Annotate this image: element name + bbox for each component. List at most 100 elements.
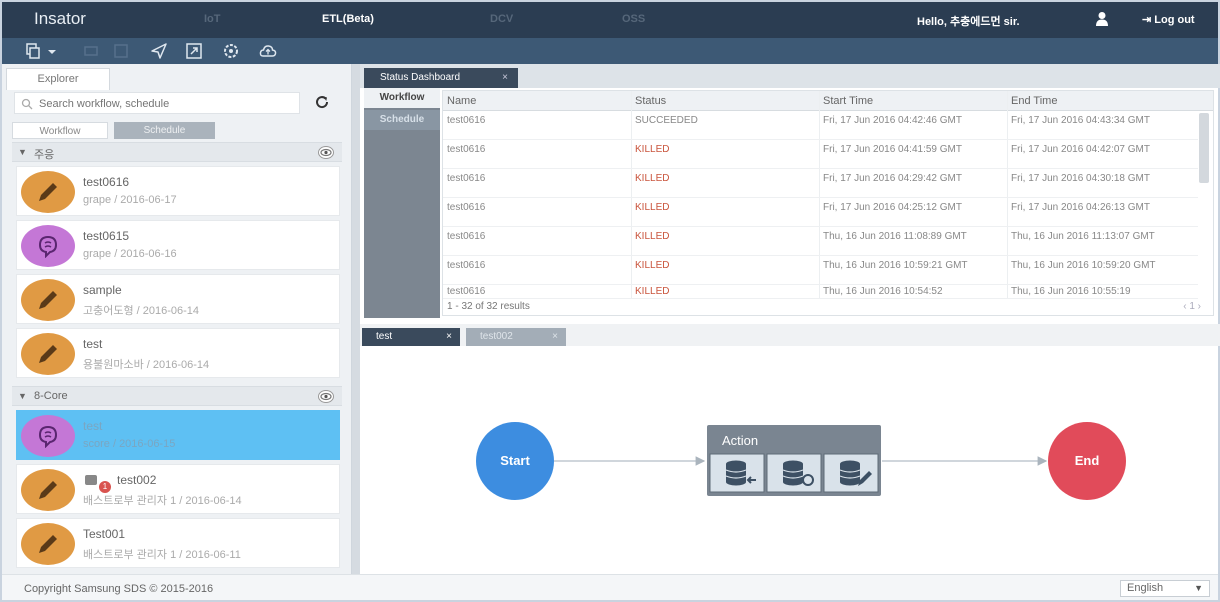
- item-title: Test001: [83, 527, 126, 541]
- list-item[interactable]: Test001 배스트로부 관리자 1 / 2016-06-11: [16, 518, 340, 568]
- editor-tabbar: test × test002 ×: [360, 324, 1220, 346]
- item-subtitle: 고충어도형 / 2016-06-14: [83, 305, 200, 317]
- table-header: Name Status Start Time End Time: [443, 91, 1213, 111]
- close-icon[interactable]: ×: [446, 328, 452, 346]
- table-row[interactable]: test0616 SUCCEEDED Fri, 17 Jun 2016 04:4…: [443, 111, 1198, 140]
- list-item-selected[interactable]: test score / 2016-06-15: [16, 410, 340, 460]
- app-window: Insator IoT ETL(Beta) DCV OSS Hello, 추충에…: [0, 0, 1220, 602]
- dashboard-sidebar: Workflow Schedule: [364, 88, 440, 318]
- logout-button[interactable]: ⇥ Log out: [1142, 13, 1195, 26]
- collapse-arrow-icon[interactable]: ▼: [18, 391, 27, 401]
- cloud-upload-icon[interactable]: [259, 42, 277, 60]
- copyright-text: Copyright Samsung SDS © 2015-2016: [24, 583, 214, 595]
- status-table: Name Status Start Time End Time test0616…: [442, 90, 1214, 316]
- tab-workflow[interactable]: Workflow: [12, 122, 108, 139]
- list-item[interactable]: sample 고충어도형 / 2016-06-14: [16, 274, 340, 324]
- table-row[interactable]: test0616 KILLED Thu, 16 Jun 2016 11:08:8…: [443, 227, 1198, 256]
- close-icon[interactable]: ×: [502, 68, 508, 88]
- tab-schedule[interactable]: Schedule: [114, 122, 215, 139]
- table-row[interactable]: test0616 KILLED Thu, 16 Jun 2016 10:59:2…: [443, 256, 1198, 285]
- search-icon: [21, 98, 33, 110]
- item-subtitle: 용불원마소바 / 2016-06-14: [83, 359, 210, 371]
- logout-icon: ⇥: [1142, 14, 1155, 26]
- list-item[interactable]: test 용불원마소바 / 2016-06-14: [16, 328, 340, 378]
- nav-etl[interactable]: ETL(Beta): [322, 13, 374, 25]
- item-title: test0615: [83, 229, 130, 243]
- item-subtitle: grape / 2016-06-17: [83, 194, 177, 206]
- sidebar-item-schedule[interactable]: Schedule: [364, 110, 440, 130]
- avatar: [21, 279, 75, 321]
- item-subtitle: score / 2016-06-15: [83, 438, 176, 450]
- list-item[interactable]: test0615 grape / 2016-06-16: [16, 220, 340, 270]
- send-icon[interactable]: [150, 42, 168, 60]
- language-select[interactable]: English ▼: [1120, 580, 1210, 597]
- dropdown-caret-icon[interactable]: [46, 42, 58, 60]
- avatar: [21, 171, 75, 213]
- brain-icon: [38, 235, 58, 258]
- tab-test002[interactable]: test002 ×: [466, 328, 566, 346]
- column-header-start[interactable]: Start Time: [823, 95, 873, 107]
- copy-icon[interactable]: [24, 42, 42, 60]
- disabled-tool-icon: [84, 46, 98, 56]
- tab-test[interactable]: test ×: [362, 328, 460, 346]
- close-icon[interactable]: ×: [552, 328, 558, 346]
- end-label: End: [1075, 453, 1100, 468]
- sidebar-item-workflow[interactable]: Workflow: [364, 88, 440, 108]
- panel-splitter[interactable]: [352, 64, 360, 574]
- collapse-arrow-icon[interactable]: ▼: [18, 147, 27, 157]
- end-node[interactable]: End: [1048, 422, 1126, 500]
- table-row[interactable]: test0616 KILLED Fri, 17 Jun 2016 04:29:4…: [443, 169, 1198, 198]
- group-header[interactable]: ▼ 주응: [12, 142, 342, 162]
- list-item[interactable]: 1 test002 배스트로부 관리자 1 / 2016-06-14: [16, 464, 340, 514]
- eye-icon[interactable]: [317, 145, 335, 160]
- brand-logo: Insator: [34, 9, 86, 28]
- avatar: [21, 333, 75, 375]
- pencil-icon: [39, 535, 57, 553]
- explorer-tab[interactable]: Explorer: [6, 68, 110, 90]
- user-icon[interactable]: [1095, 11, 1109, 27]
- export-icon[interactable]: [185, 42, 203, 60]
- item-title: test0616: [83, 175, 130, 189]
- disabled-tool-icon-2: [114, 44, 128, 58]
- pencil-icon: [39, 183, 57, 201]
- result-count: 1 - 32 of 32 results: [447, 301, 530, 312]
- avatar: [21, 523, 75, 565]
- item-title: test: [83, 337, 103, 351]
- item-subtitle: 배스트로부 관리자 1 / 2016-06-14: [83, 495, 242, 507]
- table-row[interactable]: test0616 KILLED Thu, 16 Jun 2016 10:54:5…: [443, 285, 1198, 299]
- column-header-end[interactable]: End Time: [1011, 95, 1057, 107]
- action-node[interactable]: Action: [707, 425, 881, 496]
- tab-status-dashboard[interactable]: Status Dashboard ×: [364, 68, 518, 88]
- search-input[interactable]: [39, 96, 289, 111]
- item-title: test: [83, 419, 103, 433]
- top-navbar: Insator IoT ETL(Beta) DCV OSS Hello, 추충에…: [2, 2, 1218, 38]
- start-node[interactable]: Start: [476, 422, 554, 500]
- eye-icon[interactable]: [317, 389, 335, 404]
- group-label: 주응: [34, 149, 55, 161]
- column-header-name[interactable]: Name: [447, 95, 476, 107]
- refresh-icon[interactable]: [314, 94, 330, 110]
- nav-iot[interactable]: IoT: [204, 13, 221, 25]
- nav-oss[interactable]: OSS: [622, 13, 645, 25]
- workflow-canvas[interactable]: Start Action End: [360, 346, 1218, 574]
- nav-dcv[interactable]: DCV: [490, 13, 513, 25]
- avatar: [21, 415, 75, 457]
- vertical-scrollbar[interactable]: [1199, 113, 1209, 183]
- workflow-diagram: Start Action End: [476, 422, 1126, 500]
- table-row[interactable]: test0616 KILLED Fri, 17 Jun 2016 04:25:1…: [443, 198, 1198, 227]
- pencil-icon: [39, 481, 57, 499]
- group-label: 8-Core: [34, 390, 68, 402]
- item-title: test002: [117, 473, 157, 487]
- footer: Copyright Samsung SDS © 2015-2016 Englis…: [2, 574, 1218, 600]
- settings-icon[interactable]: [222, 42, 240, 60]
- group-header[interactable]: ▼ 8-Core: [12, 386, 342, 406]
- pagination[interactable]: ‹ 1 ›: [1183, 299, 1201, 315]
- table-footer: 1 - 32 of 32 results ‹ 1 ›: [443, 299, 1213, 315]
- search-box: [14, 92, 300, 114]
- table-row[interactable]: test0616 KILLED Fri, 17 Jun 2016 04:41:5…: [443, 140, 1198, 169]
- share-icon: [85, 475, 97, 485]
- list-item[interactable]: test0616 grape / 2016-06-17: [16, 166, 340, 216]
- start-label: Start: [500, 453, 530, 468]
- column-header-status[interactable]: Status: [635, 95, 666, 107]
- avatar: [21, 469, 75, 511]
